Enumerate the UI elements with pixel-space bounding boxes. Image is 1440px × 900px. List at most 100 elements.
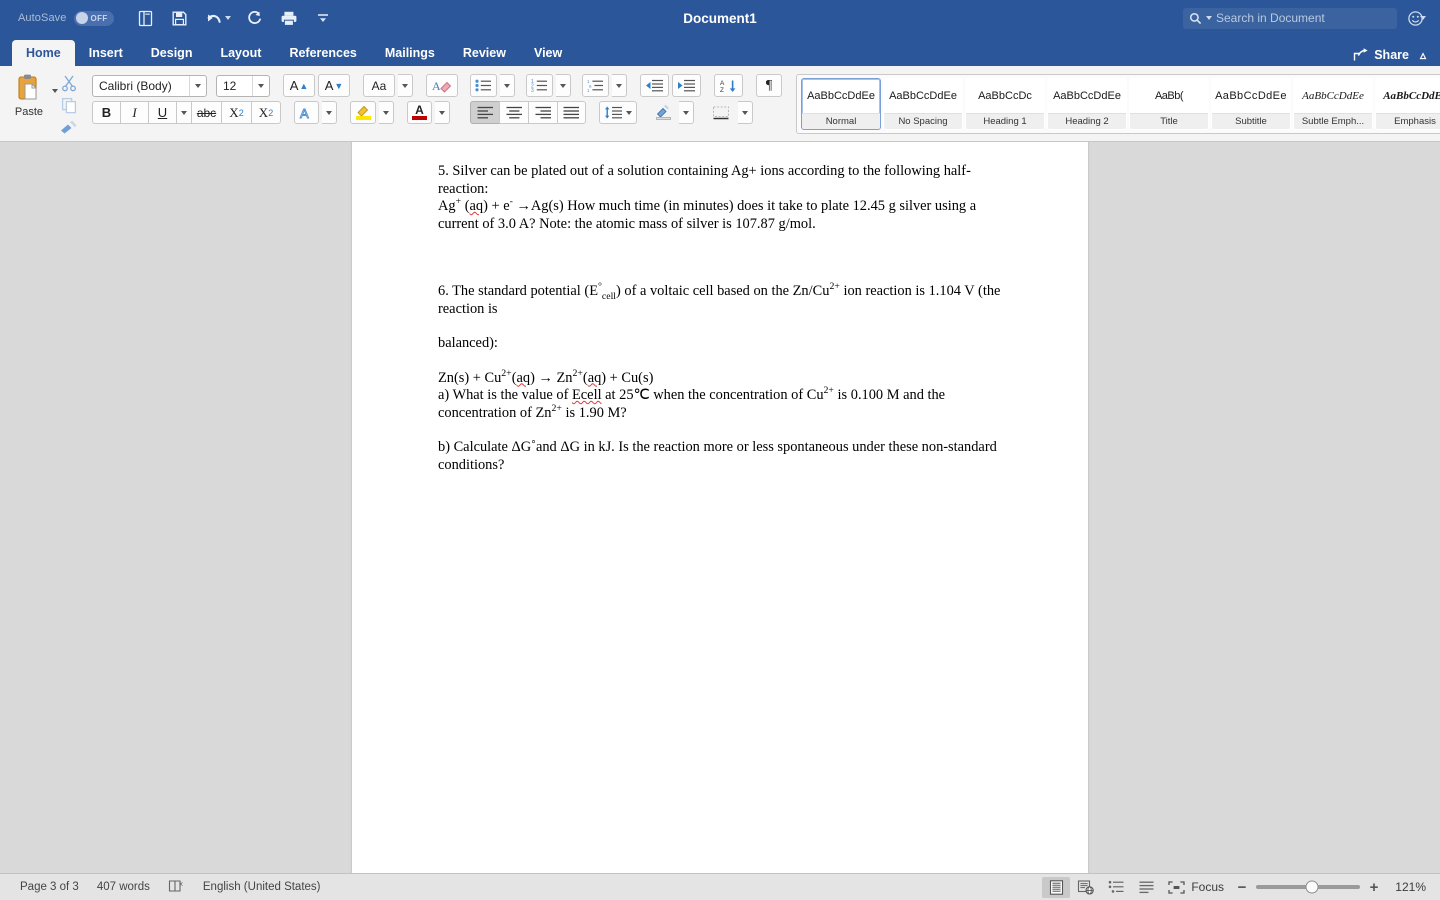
document-page[interactable]: 5. Silver can be plated out of a solutio… — [352, 142, 1088, 873]
decrease-indent-button[interactable] — [640, 74, 669, 97]
print-icon[interactable] — [279, 8, 299, 28]
share-button[interactable]: Share — [1353, 48, 1409, 62]
change-case-dropdown-icon[interactable] — [398, 74, 413, 97]
multilevel-list-button[interactable]: 1a1 — [582, 74, 609, 97]
tab-view[interactable]: View — [520, 40, 576, 66]
cut-icon[interactable] — [58, 73, 80, 92]
align-center-button[interactable] — [499, 101, 528, 124]
multilevel-list-dropdown-icon[interactable] — [612, 74, 627, 97]
font-name-combo[interactable]: Calibri (Body) — [92, 74, 207, 97]
page-number-indicator[interactable]: Page 3 of 3 — [20, 881, 79, 893]
autosave-state-label: OFF — [90, 13, 108, 23]
style-normal[interactable]: AaBbCcDdEe Normal — [801, 78, 881, 130]
increase-indent-button[interactable] — [672, 74, 701, 97]
font-color-button[interactable]: A — [407, 101, 432, 124]
tab-design[interactable]: Design — [137, 40, 207, 66]
draft-view-button[interactable] — [1132, 877, 1160, 898]
format-painter-icon[interactable] — [58, 117, 80, 136]
borders-button[interactable] — [707, 101, 735, 124]
tab-review[interactable]: Review — [449, 40, 520, 66]
highlight-dropdown-icon[interactable] — [379, 101, 394, 124]
numbered-list-button[interactable]: 123 — [526, 74, 553, 97]
tab-mailings[interactable]: Mailings — [371, 40, 449, 66]
align-left-button[interactable] — [470, 101, 499, 124]
tab-home[interactable]: Home — [12, 40, 75, 66]
search-input[interactable]: Search in Document — [1183, 7, 1397, 29]
shading-dropdown-icon[interactable] — [679, 101, 694, 124]
document-canvas[interactable]: 5. Silver can be plated out of a solutio… — [0, 142, 1440, 873]
autosave-toggle-group[interactable]: AutoSave OFF — [18, 10, 114, 26]
customize-qat-icon[interactable] — [313, 8, 333, 28]
zoom-slider-handle[interactable] — [1305, 880, 1319, 894]
underline-dropdown-icon[interactable] — [176, 101, 191, 124]
underline-button[interactable]: U — [148, 101, 176, 124]
shading-button[interactable] — [650, 101, 676, 124]
justify-button[interactable] — [557, 101, 586, 124]
show-formatting-marks-button[interactable]: ¶ — [756, 74, 782, 97]
print-layout-view-button[interactable] — [1042, 876, 1071, 898]
svg-text:3: 3 — [531, 88, 534, 92]
redo-icon[interactable] — [245, 8, 265, 28]
focus-mode-button[interactable]: Focus — [1168, 880, 1224, 894]
style-heading-2[interactable]: AaBbCcDdEе Heading 2 — [1047, 78, 1127, 130]
copy-icon[interactable] — [58, 95, 80, 114]
font-size-combo[interactable]: 12 — [216, 74, 270, 97]
autosave-toggle[interactable]: OFF — [73, 10, 114, 26]
bullet-list-dropdown-icon[interactable] — [500, 74, 515, 97]
new-from-template-icon[interactable] — [136, 8, 156, 28]
sort-button[interactable]: AZ — [714, 74, 743, 97]
highlight-button[interactable] — [350, 101, 376, 124]
tab-layout[interactable]: Layout — [206, 40, 275, 66]
proofing-errors-icon[interactable]: x — [168, 879, 185, 896]
zoom-level-label[interactable]: 121% — [1388, 880, 1426, 894]
style-heading-1[interactable]: AaBbCcDc Heading 1 — [965, 78, 1045, 130]
undo-dropdown-icon[interactable] — [224, 16, 231, 20]
change-case-button[interactable]: Aa — [363, 74, 395, 97]
ribbon-collapse-icon[interactable]: ▵ — [1420, 48, 1426, 62]
italic-button[interactable]: I — [120, 101, 148, 124]
focus-icon — [1168, 880, 1185, 894]
borders-dropdown-icon[interactable] — [738, 101, 753, 124]
word-count-indicator[interactable]: 407 words — [97, 881, 150, 893]
superscript-button[interactable]: X2 — [251, 101, 281, 124]
tab-references[interactable]: References — [275, 40, 370, 66]
subscript-label: X — [229, 104, 239, 120]
bullet-list-button[interactable] — [470, 74, 497, 97]
clear-formatting-button[interactable]: A — [426, 74, 458, 97]
text-effects-button[interactable]: A — [294, 101, 319, 124]
font-name-dropdown-icon[interactable] — [189, 75, 206, 96]
align-right-button[interactable] — [528, 101, 557, 124]
strikethrough-button[interactable]: abc — [191, 101, 221, 124]
line-spacing-button[interactable] — [599, 101, 637, 124]
style-no-spacing[interactable]: AaBbCcDdEe No Spacing — [883, 78, 963, 130]
multilevel-list-icon: 1a1 — [587, 79, 603, 92]
save-icon[interactable] — [170, 8, 190, 28]
zoom-out-button[interactable]: − — [1236, 879, 1248, 896]
text-effects-dropdown-icon[interactable] — [322, 101, 337, 124]
web-layout-view-button[interactable] — [1072, 877, 1100, 898]
font-color-dropdown-icon[interactable] — [435, 101, 450, 124]
numbered-list-dropdown-icon[interactable] — [556, 74, 571, 97]
shrink-font-button[interactable]: A ▼ — [318, 74, 350, 97]
grow-font-button[interactable]: A ▲ — [283, 74, 315, 97]
subscript-button[interactable]: X2 — [221, 101, 251, 124]
style-title[interactable]: AaBb( Title — [1129, 78, 1209, 130]
style-emphasis[interactable]: AaBbCcDdEe Emphasis — [1375, 78, 1440, 130]
zoom-in-button[interactable]: + — [1368, 879, 1380, 896]
language-indicator[interactable]: English (United States) — [203, 881, 321, 893]
paste-button[interactable]: Paste — [6, 69, 52, 118]
search-scope-caret-icon[interactable] — [1206, 16, 1212, 20]
account-caret-icon[interactable] — [1420, 16, 1426, 20]
font-size-dropdown-icon[interactable] — [252, 75, 269, 96]
style-subtitle[interactable]: AaBbCcDdEе Subtitle — [1211, 78, 1291, 130]
outline-view-button[interactable] — [1102, 877, 1130, 898]
style-preview: AaBbCcDdEе — [1053, 90, 1121, 102]
tab-insert[interactable]: Insert — [75, 40, 137, 66]
account-menu[interactable] — [1407, 10, 1426, 27]
style-subtle-emphasis[interactable]: AaBbCcDdEe Subtle Emph... — [1293, 78, 1373, 130]
undo-icon[interactable] — [204, 8, 224, 28]
zoom-slider[interactable] — [1256, 880, 1360, 894]
bold-button[interactable]: B — [92, 101, 120, 124]
document-body[interactable]: 5. Silver can be plated out of a solutio… — [438, 163, 1008, 474]
